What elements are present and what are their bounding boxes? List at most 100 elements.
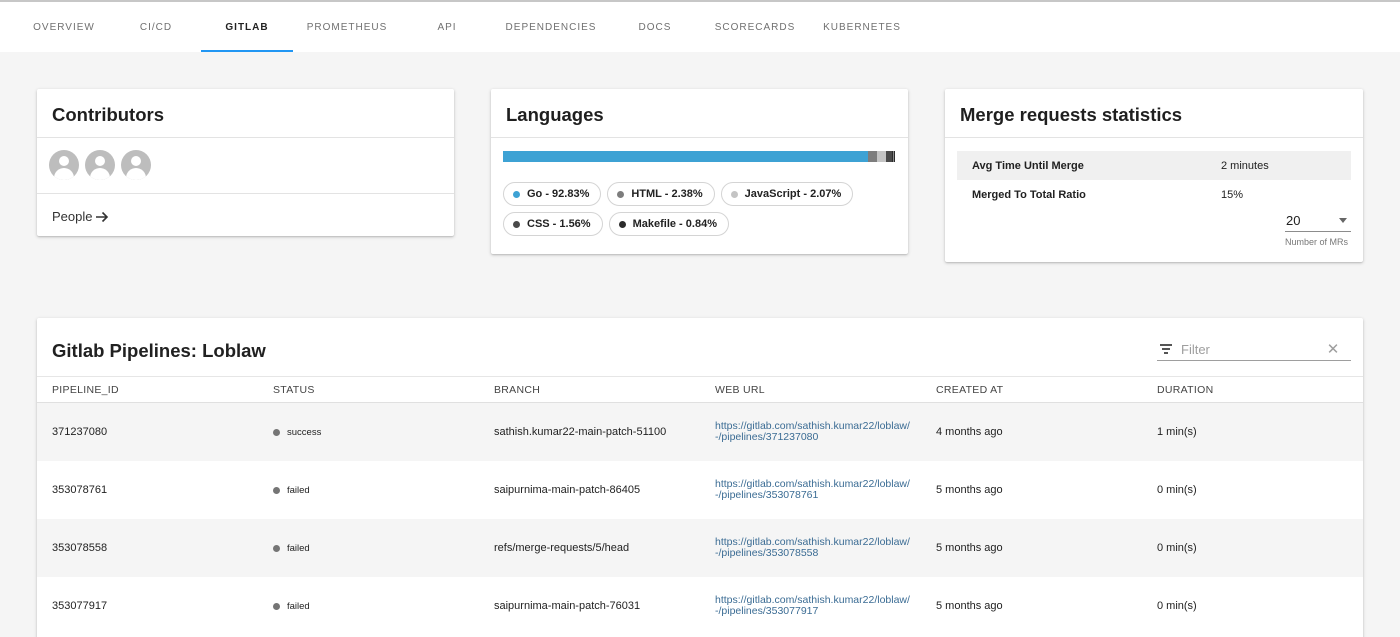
created-at: 5 months ago	[936, 542, 1003, 554]
people-link[interactable]: People	[52, 209, 109, 224]
duration: 0 min(s)	[1157, 484, 1197, 496]
tab-kubernetes[interactable]: KUBERNETES	[818, 2, 906, 52]
language-color-dot	[513, 190, 520, 198]
tab-scorecards[interactable]: SCORECARDS	[708, 2, 802, 52]
table-header: PIPELINE_ID STATUS BRANCH WEB URL CREATE…	[37, 376, 1363, 403]
tab-overview[interactable]: OVERVIEW	[22, 2, 106, 52]
merge-requests-table: Avg Time Until Merge 2 minutes Merged To…	[957, 151, 1351, 209]
language-color-dot	[730, 190, 738, 198]
status-cell: failed	[273, 519, 310, 577]
created-at: 5 months ago	[936, 484, 1003, 496]
column-header-pipeline-id[interactable]: PIPELINE_ID	[52, 384, 119, 396]
tab-ci-cd[interactable]: CI/CD	[126, 2, 186, 52]
language-chip-css[interactable]: CSS - 1.56%	[503, 212, 603, 236]
divider	[491, 137, 908, 138]
status-dot-icon	[273, 428, 280, 436]
select-helper-text: Number of MRs	[1285, 237, 1349, 247]
active-tab-indicator	[201, 50, 293, 52]
status-cell: failed	[273, 577, 310, 635]
column-header-created-at[interactable]: CREATED AT	[936, 384, 1003, 396]
duration: 1 min(s)	[1157, 426, 1197, 438]
filter-input[interactable]	[1181, 341, 1325, 357]
status-text: failed	[287, 600, 310, 612]
filter-icon	[1159, 342, 1177, 356]
contributors-title: Contributors	[52, 104, 165, 125]
language-chip-label: JavaScript - 2.07%	[744, 188, 842, 200]
language-bar-segment-go	[503, 151, 869, 162]
language-bar-segment-javascript	[877, 151, 886, 162]
web-url-cell: https://gitlab.com/sathish.kumar22/lobla…	[715, 519, 911, 577]
languages-card: Languages Go - 92.83% HTML - 2.38% JavaS…	[491, 89, 908, 254]
language-bar-segment-html	[868, 151, 878, 162]
web-url-cell: https://gitlab.com/sathish.kumar22/lobla…	[715, 403, 911, 461]
web-url-link[interactable]: https://gitlab.com/sathish.kumar22/lobla…	[715, 537, 911, 559]
tab-prometheus[interactable]: PROMETHEUS	[300, 2, 394, 52]
column-header-branch[interactable]: BRANCH	[494, 384, 540, 396]
stat-value: 15%	[1221, 188, 1244, 201]
people-link-label: People	[52, 209, 93, 224]
column-header-web-url[interactable]: WEB URL	[715, 384, 765, 396]
number-of-mrs-select[interactable]: 20	[1285, 210, 1351, 232]
status-text: failed	[287, 484, 310, 496]
tab-api[interactable]: API	[425, 2, 469, 52]
merge-requests-title: Merge requests statistics	[960, 104, 1183, 125]
pipelines-title: Gitlab Pipelines: Loblaw	[52, 340, 266, 361]
pipelines-card: Gitlab Pipelines: Loblaw ✕ PIPELINE_ID S…	[37, 318, 1363, 637]
stat-label: Avg Time Until Merge	[972, 159, 1084, 172]
duration: 0 min(s)	[1157, 600, 1197, 612]
language-chip-makefile[interactable]: Makefile - 0.84%	[608, 212, 729, 236]
language-color-dot	[617, 190, 625, 198]
filter-field: ✕	[1157, 338, 1351, 361]
pipeline-id: 371237080	[52, 426, 108, 438]
status-dot-icon	[273, 602, 280, 610]
status-cell: failed	[273, 461, 310, 519]
language-color-dot	[513, 220, 520, 228]
language-chip-javascript[interactable]: JavaScript - 2.07%	[720, 182, 854, 206]
branch: refs/merge-requests/5/head	[494, 542, 630, 554]
divider	[37, 193, 454, 194]
web-url-cell: https://gitlab.com/sathish.kumar22/lobla…	[715, 461, 911, 519]
web-url-cell: https://gitlab.com/sathish.kumar22/lobla…	[715, 577, 911, 635]
tab-docs[interactable]: DOCS	[628, 2, 682, 52]
language-chip-label: Go - 92.83%	[527, 188, 590, 200]
person-avatar-icon[interactable]	[49, 150, 79, 180]
stat-label: Merged To Total Ratio	[972, 188, 1086, 201]
web-url-link[interactable]: https://gitlab.com/sathish.kumar22/lobla…	[715, 479, 911, 501]
tab-dependencies[interactable]: DEPENDENCIES	[500, 2, 602, 52]
web-url-link[interactable]: https://gitlab.com/sathish.kumar22/lobla…	[715, 421, 911, 443]
pipeline-id: 353077917	[52, 600, 108, 612]
table-row: 353078761 failed saipurnima-main-patch-8…	[37, 461, 1363, 519]
languages-title: Languages	[506, 104, 604, 125]
duration: 0 min(s)	[1157, 542, 1197, 554]
branch: saipurnima-main-patch-86405	[494, 484, 641, 496]
table-row: Avg Time Until Merge 2 minutes	[957, 151, 1351, 180]
status-dot-icon	[273, 544, 280, 552]
branch: saipurnima-main-patch-76031	[494, 600, 641, 612]
language-chip-html[interactable]: HTML - 2.38%	[607, 182, 715, 206]
contributor-avatars	[49, 150, 151, 180]
language-chips: Go - 92.83% HTML - 2.38% JavaScript - 2.…	[503, 182, 903, 236]
close-icon[interactable]: ✕	[1325, 340, 1341, 358]
caret-down-icon	[1339, 218, 1347, 223]
language-chip-label: HTML - 2.38%	[631, 188, 703, 200]
column-header-duration[interactable]: DURATION	[1157, 384, 1213, 396]
web-url-link[interactable]: https://gitlab.com/sathish.kumar22/lobla…	[715, 595, 911, 617]
status-text: failed	[287, 542, 310, 554]
divider	[37, 137, 454, 138]
person-avatar-icon[interactable]	[85, 150, 115, 180]
language-chip-go[interactable]: Go - 92.83%	[503, 182, 602, 206]
contributors-card: Contributors People	[37, 89, 454, 236]
person-avatar-icon[interactable]	[121, 150, 151, 180]
arrow-right-icon	[96, 211, 109, 222]
tab-gitlab[interactable]: GITLAB	[201, 2, 293, 52]
merge-requests-card: Merge requests statistics Avg Time Until…	[945, 89, 1363, 262]
divider	[945, 137, 1363, 138]
language-bar-segment-makefile	[891, 151, 895, 162]
languages-bar	[503, 151, 895, 162]
status-dot-icon	[273, 486, 280, 494]
column-header-status[interactable]: STATUS	[273, 384, 315, 396]
created-at: 4 months ago	[936, 426, 1003, 438]
language-color-dot	[618, 220, 626, 228]
table-row: 353077917 failed saipurnima-main-patch-7…	[37, 577, 1363, 635]
pipeline-id: 353078761	[52, 484, 108, 496]
